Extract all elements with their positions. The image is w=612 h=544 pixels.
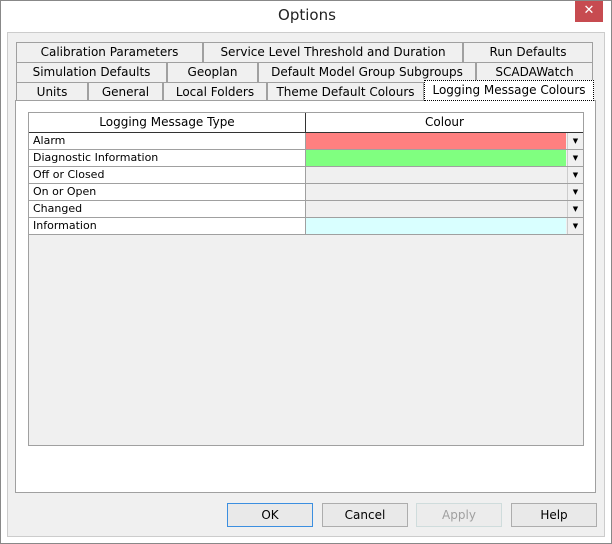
message-type-cell[interactable]: On or Open: [29, 184, 306, 200]
table-row: Changed ▼: [29, 201, 583, 218]
tab-geoplan[interactable]: Geoplan: [167, 62, 258, 82]
table-row: Alarm ▼: [29, 133, 583, 150]
colour-cell[interactable]: [306, 201, 566, 217]
table-row: Off or Closed ▼: [29, 167, 583, 184]
cancel-button[interactable]: Cancel: [322, 503, 408, 527]
tab-units[interactable]: Units: [16, 82, 88, 102]
message-type-cell[interactable]: Information: [29, 218, 306, 234]
tab-logging-message-colours[interactable]: Logging Message Colours: [424, 80, 594, 101]
chevron-down-icon[interactable]: ▼: [567, 218, 583, 234]
colour-cell[interactable]: [306, 167, 566, 183]
chevron-down-icon[interactable]: ▼: [567, 167, 583, 183]
colour-cell[interactable]: [306, 133, 566, 149]
logging-colour-grid: Logging Message Type Colour Alarm ▼ Diagn…: [28, 112, 584, 446]
tab-theme-default-colours[interactable]: Theme Default Colours: [267, 82, 424, 102]
colour-cell[interactable]: [306, 218, 566, 234]
tab-scadawatch[interactable]: SCADAWatch: [476, 62, 593, 82]
help-button[interactable]: Help: [511, 503, 597, 527]
table-row: Information ▼: [29, 218, 583, 235]
table-row: On or Open ▼: [29, 184, 583, 201]
chevron-down-icon[interactable]: ▼: [567, 184, 583, 200]
table-row: Diagnostic Information ▼: [29, 150, 583, 167]
tab-simulation-defaults[interactable]: Simulation Defaults: [16, 62, 167, 82]
ok-button[interactable]: OK: [227, 503, 313, 527]
tab-local-folders[interactable]: Local Folders: [163, 82, 267, 102]
chevron-down-icon[interactable]: ▼: [567, 150, 583, 166]
message-type-cell[interactable]: Alarm: [29, 133, 306, 149]
message-type-cell[interactable]: Diagnostic Information: [29, 150, 306, 166]
colour-cell[interactable]: [306, 184, 566, 200]
tab-run-defaults[interactable]: Run Defaults: [463, 42, 593, 62]
chevron-down-icon[interactable]: ▼: [567, 133, 583, 149]
dialog-title: Options: [278, 6, 336, 24]
column-header-colour[interactable]: Colour: [306, 113, 583, 133]
chevron-down-icon[interactable]: ▼: [567, 201, 583, 217]
column-header-type[interactable]: Logging Message Type: [29, 113, 306, 133]
tab-calibration-parameters[interactable]: Calibration Parameters: [16, 42, 203, 62]
apply-button[interactable]: Apply: [416, 503, 502, 527]
tab-service-level[interactable]: Service Level Threshold and Duration: [203, 42, 463, 62]
tab-general[interactable]: General: [88, 82, 163, 102]
message-type-cell[interactable]: Changed: [29, 201, 306, 217]
message-type-cell[interactable]: Off or Closed: [29, 167, 306, 183]
close-icon[interactable]: ✕: [575, 1, 603, 22]
colour-cell[interactable]: [306, 150, 566, 166]
tab-default-model-group-subgroups[interactable]: Default Model Group Subgroups: [258, 62, 476, 82]
